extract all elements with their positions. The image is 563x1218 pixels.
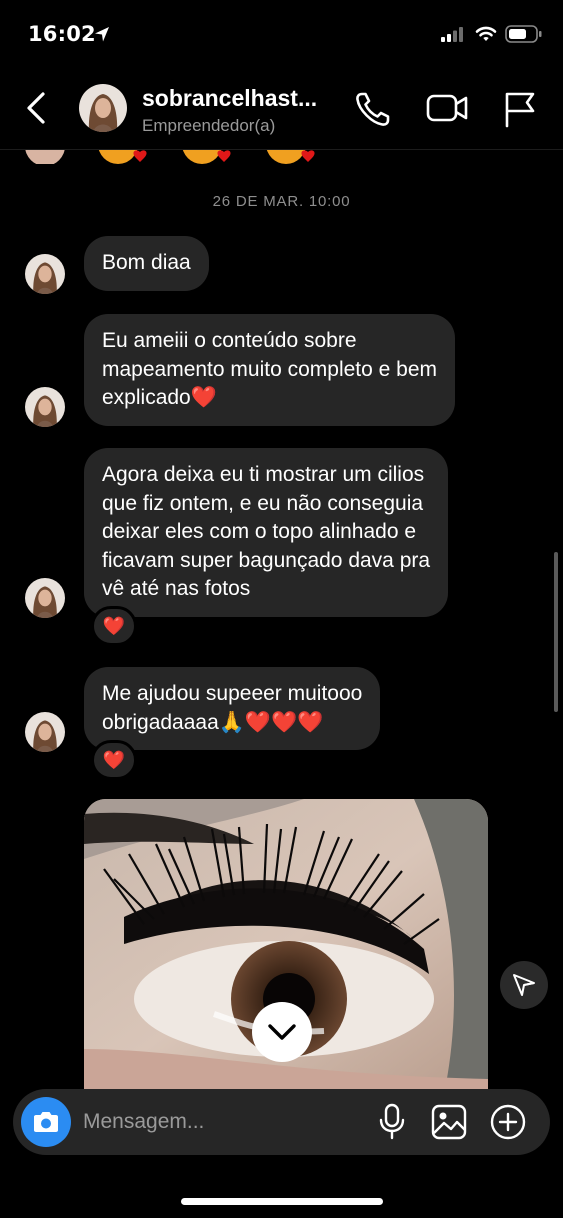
camera-icon [34,1112,58,1132]
message-text: Bom diaa [102,251,191,274]
reaction-emoji: ❤️ [102,616,126,636]
battery-icon [505,25,542,43]
status-time: 16:02 [28,22,96,46]
chevron-down-icon [268,1024,296,1040]
reaction-emoji: ❤️ [102,750,126,770]
home-indicator[interactable] [181,1198,383,1205]
message-input[interactable] [83,1108,373,1136]
sender-avatar[interactable] [25,712,65,752]
message-line: deixar eles com o topo alinhado e [102,520,417,543]
message-bubble[interactable]: Agora deixa eu ti mostrar um cilios que … [84,448,449,617]
scrollbar[interactable] [554,552,558,712]
message-bubble[interactable]: Me ajudou supeeer muitooo obrigadaaaa🙏❤️… [84,667,381,750]
sender-avatar[interactable] [25,387,65,427]
phone-call-icon[interactable] [354,90,392,128]
message-line: Eu ameiii o conteúdo sobre [102,329,357,352]
message-bubble[interactable]: Eu ameiii o conteúdo sobre mapeamento mu… [84,314,456,426]
microphone-icon[interactable] [377,1103,407,1141]
gallery-icon[interactable] [431,1104,467,1140]
share-button[interactable] [500,961,548,1009]
avatar-photo [79,84,127,132]
contact-avatar[interactable] [79,84,127,132]
video-call-icon[interactable] [426,92,468,124]
contact-name[interactable]: sobrancelhast... [142,85,317,112]
send-arrow-icon [513,974,535,996]
sender-avatar[interactable] [25,254,65,294]
message-composer [13,1089,550,1155]
camera-button[interactable] [21,1097,71,1147]
scroll-to-bottom-button[interactable] [252,1002,312,1062]
message-line: Agora deixa eu ti mostrar um cilios [102,463,425,486]
message-line: que fiz ontem, e eu não conseguia [102,491,424,515]
message-line: ficavam super bagunçado dava pra [102,548,431,572]
back-chevron-icon[interactable] [22,90,50,126]
contact-subtitle: Empreendedor(a) [142,116,276,135]
message-line: mapeamento muito completo e bem [102,357,438,381]
message-line: vê até nas fotos [102,577,251,600]
cellular-signal-icon [441,27,463,42]
message-bubble[interactable]: Bom diaa [84,236,209,291]
previous-message-fragment [0,150,563,164]
status-bar: 16:02 [0,0,563,70]
wifi-icon [475,26,497,41]
heart-reaction[interactable]: ❤️ [91,740,137,780]
heart-reaction[interactable]: ❤️ [91,606,137,646]
message-line: explicado❤️ [102,386,217,409]
message-line: Me ajudou supeeer muitooo [102,682,363,705]
sender-avatar[interactable] [25,578,65,618]
date-separator: 26 DE MAR. 10:00 [212,193,351,210]
location-arrow-icon [95,27,109,42]
add-circle-icon[interactable] [490,1104,526,1140]
message-line: obrigadaaaa🙏❤️❤️❤️ [102,710,324,734]
chat-header: sobrancelhast... Empreendedor(a) [0,70,563,150]
flag-icon[interactable] [502,90,538,128]
